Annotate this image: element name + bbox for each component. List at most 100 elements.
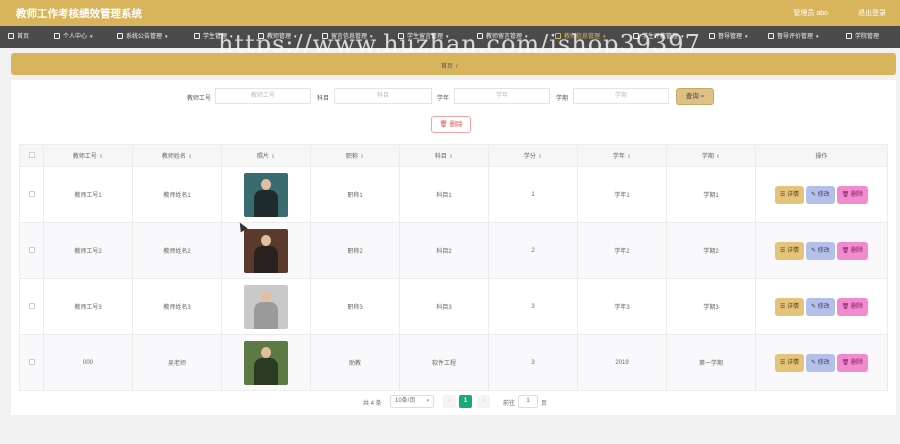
photo-person-head xyxy=(261,290,271,302)
photo-cell xyxy=(221,334,311,391)
delete-button[interactable]: 🗑 删除 xyxy=(836,241,869,260)
title-cell: 助教 xyxy=(310,334,400,391)
evaluate-icon xyxy=(633,33,639,39)
column-header[interactable]: 教师姓名 ⇕ xyxy=(132,144,222,167)
credit-cell: 1 xyxy=(488,166,578,223)
student-icon xyxy=(194,33,200,39)
school-year-cell: 2019 xyxy=(577,334,667,391)
next-page-button[interactable]: › xyxy=(477,395,490,408)
teacher-photo[interactable] xyxy=(244,228,288,273)
nav-item-3[interactable]: 学生管理 ▾ xyxy=(190,26,237,48)
subject-input[interactable]: 科目 xyxy=(334,88,432,104)
delete-button[interactable]: 🗑 删除 xyxy=(836,185,869,204)
teacher-photo[interactable] xyxy=(244,284,288,329)
nav-item-label: 学生评教管理 xyxy=(642,34,679,40)
subject-cell: 软件工程 xyxy=(399,334,489,391)
goto-page-input[interactable]: 1 xyxy=(518,395,538,408)
breadcrumb-home[interactable]: 首页 xyxy=(441,64,453,70)
page-size-select[interactable]: 10条/页 ▾ xyxy=(390,395,434,408)
row-checkbox[interactable] xyxy=(28,190,35,197)
chevron-down-icon: ▾ xyxy=(294,34,297,40)
nav-item-2[interactable]: 系统公告管理 ▾ xyxy=(113,26,172,48)
photo-person-head xyxy=(261,178,271,190)
delete-button-label: 删除 xyxy=(851,303,864,310)
sort-icon[interactable]: ⇕ xyxy=(627,154,631,160)
edit-button[interactable]: ✎ 修改 xyxy=(806,241,835,260)
column-header[interactable]: 科目 ⇕ xyxy=(399,144,489,167)
delete-button[interactable]: 🗑 删除 xyxy=(836,297,869,316)
delete-button-label: 删除 xyxy=(851,247,864,254)
nav-item-10[interactable]: 督导管理 ▾ xyxy=(705,26,752,48)
row-select-cell xyxy=(19,278,44,335)
nav-item-9[interactable]: 学生评教管理 ▾ xyxy=(629,26,688,48)
subject-cell: 科目3 xyxy=(399,278,489,335)
term-cell: 学期2 xyxy=(666,222,756,279)
school-year-input[interactable]: 学年 xyxy=(454,88,550,104)
college-icon xyxy=(846,33,852,39)
edit-button[interactable]: ✎ 修改 xyxy=(806,185,835,204)
column-header[interactable]: 学分 ⇕ xyxy=(488,144,578,167)
nav-item-4[interactable]: 教师管理 ▾ xyxy=(254,26,301,48)
select-all-checkbox[interactable] xyxy=(28,151,35,158)
sort-icon[interactable]: ⇕ xyxy=(449,154,453,160)
chevron-down-icon: ▾ xyxy=(165,34,168,40)
school-year-label: 学年 xyxy=(437,96,450,102)
detail-button[interactable]: ☰ 详情 xyxy=(774,353,805,372)
detail-button[interactable]: ☰ 详情 xyxy=(774,297,805,316)
sort-icon[interactable]: ⇕ xyxy=(188,154,192,160)
term-input[interactable]: 学期 xyxy=(573,88,669,104)
sort-icon[interactable]: ⇕ xyxy=(538,154,542,160)
page-size-value: 10条/页 xyxy=(395,398,416,404)
row-checkbox[interactable] xyxy=(28,302,35,309)
column-header[interactable]: 教师工号 ⇕ xyxy=(43,144,133,167)
page-suffix: 页 xyxy=(541,401,548,407)
teacher-photo[interactable] xyxy=(244,172,288,217)
row-select-cell xyxy=(19,222,44,279)
column-header[interactable]: 学期 ⇕ xyxy=(666,144,756,167)
nav-item-0[interactable]: 首页 xyxy=(4,26,33,48)
teacher-code-input[interactable]: 教师工号 xyxy=(215,88,311,104)
sort-icon[interactable]: ⇕ xyxy=(271,154,275,160)
detail-icon: ☰ xyxy=(779,247,787,254)
photo-person-body xyxy=(254,245,278,273)
column-header[interactable]: 职称 ⇕ xyxy=(310,144,400,167)
prev-page-button[interactable]: ‹ xyxy=(443,395,456,408)
nav-item-6[interactable]: 学生留言管理 ▾ xyxy=(394,26,453,48)
sort-icon[interactable]: ⇕ xyxy=(716,154,720,160)
edit-button[interactable]: ✎ 修改 xyxy=(806,297,835,316)
teacher-name-cell: 吴老师 xyxy=(132,334,222,391)
row-checkbox[interactable] xyxy=(28,358,35,365)
table-row: 教师工号3 教师姓名3 职称3 科目3 3 学年3 学期3 ☰ 详情 ✎ 修改 🗑 删除 xyxy=(19,278,888,335)
nav-item-11[interactable]: 督导评价管理 ▾ xyxy=(764,26,823,48)
batch-delete-button[interactable]: 🗑 删除 xyxy=(431,116,471,133)
edit-button[interactable]: ✎ 修改 xyxy=(806,353,835,372)
detail-button[interactable]: ☰ 详情 xyxy=(774,241,805,260)
teacher-code-cell: 000 xyxy=(43,334,133,391)
column-header[interactable]: 学年 ⇕ xyxy=(577,144,667,167)
query-button[interactable]: 查询 ⌕ xyxy=(676,88,714,105)
nav-item-label: 教师留言管理 xyxy=(486,34,523,40)
column-header[interactable]: 照片 ⇕ xyxy=(221,144,311,167)
teacher-photo[interactable] xyxy=(244,340,288,385)
page-number-current[interactable]: 1 xyxy=(459,395,472,408)
nav-item-12[interactable]: 学院管理 xyxy=(842,26,883,48)
pagination: 共 4 条 10条/页 ▾ ‹ 1 › 前往 1 页 xyxy=(11,395,896,409)
term-label: 学期 xyxy=(556,96,569,102)
nav-item-7[interactable]: 教师留言管理 ▾ xyxy=(473,26,532,48)
chevron-down-icon: ▾ xyxy=(525,34,528,40)
breadcrumb-bar: 首页 / xyxy=(11,53,896,75)
detail-button[interactable]: ☰ 详情 xyxy=(774,185,805,204)
nav-item-1[interactable]: 个人中心 ▾ xyxy=(50,26,97,48)
photo-person-head xyxy=(261,346,271,358)
sort-icon[interactable]: ⇕ xyxy=(99,154,103,160)
detail-button-label: 详情 xyxy=(787,191,800,198)
detail-icon: ☰ xyxy=(779,303,787,310)
teacher-name-cell: 教师姓名2 xyxy=(132,222,222,279)
nav-item-5[interactable]: 留言信息管理 ▾ xyxy=(318,26,377,48)
row-checkbox[interactable] xyxy=(28,246,35,253)
logout-link[interactable]: 退出登录 xyxy=(858,8,886,18)
nav-item-label: 教师信息管理 xyxy=(564,34,601,40)
nav-item-8[interactable]: 教师信息管理 ▾ xyxy=(551,26,610,48)
sort-icon[interactable]: ⇕ xyxy=(360,154,364,160)
delete-button[interactable]: 🗑 删除 xyxy=(836,353,869,372)
